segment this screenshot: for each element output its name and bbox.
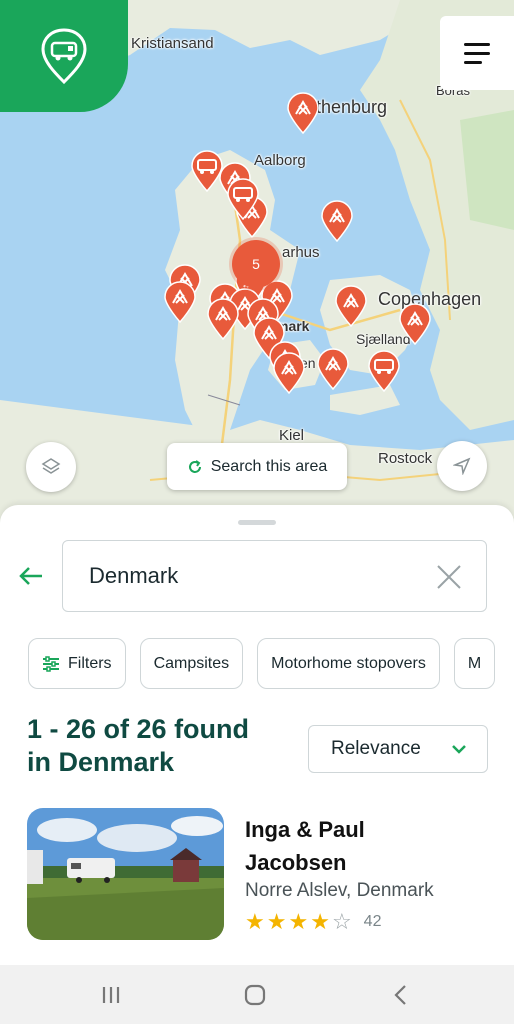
back-button[interactable] xyxy=(16,561,46,591)
sort-label: Relevance xyxy=(331,738,421,759)
results-sheet: Filters Campsites Motorhome stopovers M … xyxy=(0,505,514,965)
review-count: 42 xyxy=(363,913,382,930)
results-count: 1 - 26 of 26 found xyxy=(27,714,250,744)
map-view[interactable]: Kristiansand thenburg Borås Aalborg arhu… xyxy=(0,0,514,530)
back-icon xyxy=(394,985,406,1005)
refresh-icon xyxy=(188,459,201,473)
motorhome-pin[interactable] xyxy=(226,178,260,220)
location-search-input[interactable] xyxy=(89,563,409,589)
system-back-button[interactable] xyxy=(386,981,414,1009)
hamburger-line xyxy=(464,51,490,55)
pin-cluster[interactable]: 5 xyxy=(232,240,280,288)
app-screen: Kristiansand thenburg Borås Aalborg arhu… xyxy=(0,0,514,1024)
star-icon: ★ xyxy=(245,909,265,934)
location-arrow-icon xyxy=(453,457,471,475)
filters-chip-label: Filters xyxy=(68,654,112,672)
sort-dropdown[interactable]: Relevance xyxy=(308,725,488,773)
star-icon: ★ xyxy=(288,909,309,934)
hamburger-menu-icon xyxy=(464,42,490,46)
map-label-gothenburg: thenburg xyxy=(316,97,388,117)
motorhome-stopovers-chip[interactable]: Motorhome stopovers xyxy=(257,638,440,689)
results-region: in Denmark xyxy=(27,747,175,777)
campsite-pin[interactable] xyxy=(316,348,350,390)
listing-rating: ★ ★ ★ ★ ☆ 42 xyxy=(245,911,381,933)
hamburger-line xyxy=(464,60,482,64)
sheet-drag-handle[interactable] xyxy=(238,520,276,525)
home-icon xyxy=(244,984,266,1006)
location-search-field[interactable] xyxy=(62,540,487,612)
campsite-pin[interactable] xyxy=(206,298,240,340)
campsite-pin[interactable] xyxy=(272,352,306,394)
map-label-rostock: Rostock xyxy=(378,450,433,467)
campsite-pin[interactable] xyxy=(163,281,197,323)
campsite-pin[interactable] xyxy=(398,303,432,345)
more-chip[interactable]: M xyxy=(453,638,496,689)
listing-photo-image xyxy=(27,808,224,940)
search-this-area-button[interactable]: Search this area xyxy=(167,443,347,490)
chevron-down-icon xyxy=(452,745,466,754)
star-icon: ★ xyxy=(266,909,287,934)
motorhome-pin[interactable] xyxy=(367,350,401,392)
star-outline-icon: ☆ xyxy=(331,909,352,934)
campsite-pin[interactable] xyxy=(286,92,320,134)
recent-apps-button[interactable] xyxy=(97,981,125,1009)
campsites-chip[interactable]: Campsites xyxy=(139,638,244,689)
home-button[interactable] xyxy=(241,981,269,1009)
map-label-aalborg: Aalborg xyxy=(254,152,306,169)
listing-card[interactable]: Inga & Paul Jacobsen Norre Alslev, Denma… xyxy=(27,808,487,943)
search-this-area-label: Search this area xyxy=(210,457,328,475)
star-icon: ★ xyxy=(310,909,330,934)
listing-location: Norre Alslev, Denmark xyxy=(245,880,434,901)
sliders-icon xyxy=(43,655,59,672)
map-label-kiel: Kiel xyxy=(279,427,305,444)
back-arrow-icon xyxy=(19,567,42,585)
listing-name[interactable]: Inga & Paul Jacobsen xyxy=(245,813,445,879)
campervan-logo-icon xyxy=(41,28,87,85)
map-label-kristiansand: Kristiansand xyxy=(131,35,214,52)
menu-button[interactable] xyxy=(440,16,514,90)
listing-name-line2: Jacobsen xyxy=(245,850,347,875)
filters-chip[interactable]: Filters xyxy=(28,638,126,689)
map-label-aarhus: arhus xyxy=(282,244,320,261)
filter-chips: Filters Campsites Motorhome stopovers M xyxy=(28,638,496,689)
locate-me-button[interactable] xyxy=(437,441,487,491)
motorhome-pin[interactable] xyxy=(190,150,224,192)
listing-photo[interactable] xyxy=(27,808,224,940)
system-navigation-bar xyxy=(0,965,514,1024)
recent-apps-icon xyxy=(102,987,120,1003)
layers-button[interactable] xyxy=(26,442,76,492)
close-icon[interactable] xyxy=(434,562,464,592)
layers-icon xyxy=(41,458,61,474)
listing-name-line1: Inga & Paul xyxy=(245,817,365,842)
campsite-pin[interactable] xyxy=(334,285,368,327)
app-logo[interactable] xyxy=(0,0,128,112)
results-count-title: 1 - 26 of 26 found in Denmark xyxy=(27,713,297,779)
campsite-pin[interactable] xyxy=(320,200,354,242)
